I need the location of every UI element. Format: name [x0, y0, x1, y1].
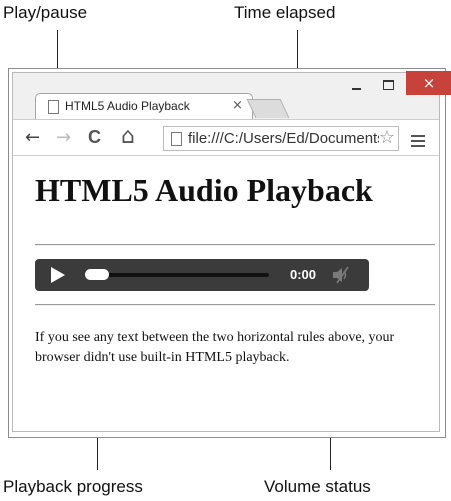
time-elapsed: 0:00 — [290, 267, 317, 282]
address-url: file:///C:/Users/Ed/Documents/ — [188, 130, 389, 147]
browser-toolbar: ← → C ⌂ file:///C:/Users/Ed/Documents/ ☆ — [13, 119, 439, 156]
minimize-button[interactable] — [341, 73, 371, 97]
forward-icon[interactable]: → — [56, 127, 71, 148]
page-heading: HTML5 Audio Playback — [35, 172, 373, 208]
tab-close-icon[interactable]: × — [232, 98, 243, 113]
document-icon — [171, 132, 182, 146]
horizontal-rule-bottom — [35, 304, 435, 306]
maximize-icon — [382, 80, 394, 90]
play-icon[interactable] — [51, 267, 65, 283]
page-icon — [48, 100, 59, 114]
speaker-muted-icon[interactable] — [331, 266, 351, 284]
progress-track[interactable] — [85, 273, 269, 277]
browser-tab[interactable]: HTML5 Audio Playback × — [35, 93, 253, 120]
callout-volume-status: Volume status — [264, 477, 371, 496]
home-icon[interactable]: ⌂ — [121, 124, 135, 149]
callout-play-pause: Play/pause — [3, 3, 88, 22]
fallback-paragraph: If you see any text between the two hori… — [35, 330, 395, 365]
callout-time-elapsed: Time elapsed — [234, 3, 336, 22]
menu-icon[interactable] — [411, 135, 425, 150]
progress-thumb[interactable] — [85, 269, 109, 280]
audio-player: 0:00 — [35, 259, 369, 291]
back-icon[interactable]: ← — [25, 127, 40, 148]
minimize-icon — [351, 88, 361, 90]
bookmark-star-icon[interactable]: ☆ — [378, 127, 395, 148]
page-content: HTML5 Audio Playback 0:00 If you see any… — [13, 156, 439, 431]
maximize-button[interactable] — [373, 73, 403, 97]
reload-icon[interactable]: C — [88, 127, 101, 148]
callout-playback-progress: Playback progress — [3, 477, 143, 496]
horizontal-rule-top — [35, 244, 435, 246]
close-window-button[interactable]: × — [406, 71, 451, 95]
tab-title: HTML5 Audio Playback — [65, 99, 190, 113]
browser-window: × HTML5 Audio Playback × ← → C ⌂ file://… — [12, 71, 451, 432]
address-bar[interactable]: file:///C:/Users/Ed/Documents/ ☆ — [163, 126, 399, 151]
